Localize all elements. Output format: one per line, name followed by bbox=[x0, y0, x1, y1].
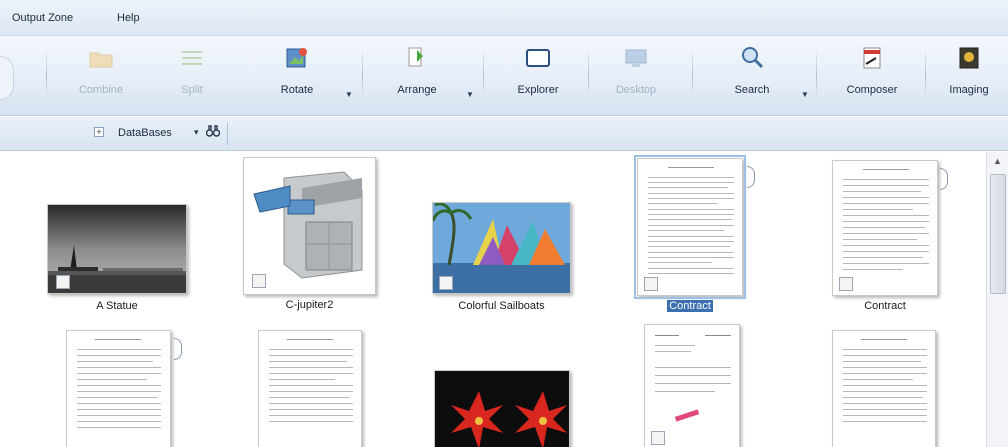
item-caption: Contract bbox=[667, 300, 713, 312]
search-button[interactable]: Search bbox=[712, 44, 792, 110]
file-type-icon bbox=[651, 431, 665, 445]
split-button[interactable]: Split bbox=[160, 44, 224, 110]
arrange-label: Arrange bbox=[397, 84, 437, 96]
composer-label: Composer bbox=[846, 84, 898, 96]
scrollbar-thumb[interactable] bbox=[990, 174, 1006, 294]
folder-icon bbox=[87, 44, 115, 72]
rotate-dropdown-icon[interactable]: ▼ bbox=[345, 90, 353, 99]
document-thumbnail bbox=[832, 330, 936, 447]
file-type-icon bbox=[839, 277, 853, 291]
arrange-dropdown-icon[interactable]: ▼ bbox=[466, 90, 474, 99]
scroll-up-icon[interactable]: ▲ bbox=[993, 156, 1002, 166]
item-caption: C-jupiter2 bbox=[285, 299, 334, 311]
desktop-label: Desktop bbox=[615, 84, 657, 96]
search-dropdown-icon[interactable]: ▼ bbox=[801, 90, 809, 99]
file-type-icon bbox=[439, 276, 453, 290]
imaging-label: Imaging bbox=[949, 84, 989, 96]
thumbnail-image bbox=[47, 204, 187, 294]
imaging-button[interactable]: Imaging bbox=[936, 44, 1002, 110]
document-lines bbox=[259, 331, 361, 447]
monitor-icon bbox=[622, 44, 650, 72]
search-label: Search bbox=[734, 84, 770, 96]
rotate-button[interactable]: Rotate bbox=[262, 44, 332, 110]
menu-help[interactable]: Help bbox=[117, 12, 140, 24]
file-type-icon bbox=[644, 277, 658, 291]
explorer-button[interactable]: Explorer bbox=[500, 44, 576, 110]
item-caption: A Statue bbox=[96, 300, 138, 312]
split-label: Split bbox=[181, 84, 203, 96]
ribbon-toolbar: Combine Split Rotate ▼ Arrange ▼ Explore… bbox=[0, 36, 1008, 116]
databases-label[interactable]: DataBases bbox=[118, 127, 172, 139]
item-caption: Contract bbox=[864, 300, 906, 312]
document-lines bbox=[67, 331, 170, 447]
arrange-icon bbox=[403, 44, 431, 72]
combine-button[interactable]: Combine bbox=[66, 44, 136, 110]
menu-output-zone[interactable]: Output Zone bbox=[12, 12, 73, 24]
databases-bar: + DataBases ▾ bbox=[0, 117, 1008, 151]
ribbon-left-cap bbox=[0, 56, 14, 100]
document-lines bbox=[833, 331, 935, 447]
databases-dropdown-icon[interactable]: ▾ bbox=[194, 127, 199, 138]
thumbnail-image bbox=[432, 202, 571, 294]
file-type-icon bbox=[252, 274, 266, 288]
document-thumbnail bbox=[634, 155, 746, 299]
rotate-icon bbox=[283, 44, 311, 72]
document-thumbnail bbox=[258, 330, 362, 447]
search-icon bbox=[738, 44, 766, 72]
binoculars-icon[interactable] bbox=[205, 125, 221, 140]
thumbnail-image bbox=[243, 157, 376, 295]
composer-button[interactable]: Composer bbox=[828, 44, 916, 110]
imaging-icon bbox=[955, 44, 983, 72]
page-curl-icon bbox=[174, 338, 182, 360]
document-thumbnail bbox=[66, 330, 171, 447]
document-lines bbox=[833, 161, 937, 295]
composer-icon bbox=[858, 44, 886, 72]
menu-bar: Output Zone Help bbox=[0, 0, 1008, 36]
window-icon bbox=[524, 44, 552, 72]
file-type-icon bbox=[56, 275, 70, 289]
split-icon bbox=[178, 44, 206, 72]
document-thumbnail bbox=[832, 160, 938, 296]
document-lines bbox=[645, 325, 739, 447]
combine-label: Combine bbox=[78, 84, 124, 96]
item-caption: Colorful Sailboats bbox=[458, 300, 545, 312]
thumbnail-grid: A Statue C-jupiter2 Colorful Sailboats C… bbox=[0, 152, 986, 447]
explorer-label: Explorer bbox=[517, 84, 559, 96]
arrange-button[interactable]: Arrange bbox=[382, 44, 452, 110]
thumbnail-image bbox=[434, 370, 570, 447]
desktop-button[interactable]: Desktop bbox=[600, 44, 672, 110]
databases-toggle[interactable]: + bbox=[94, 127, 104, 137]
vertical-scrollbar[interactable]: ▲ bbox=[986, 152, 1008, 447]
document-lines bbox=[638, 159, 742, 295]
page-curl-icon bbox=[940, 168, 948, 190]
document-thumbnail bbox=[644, 324, 740, 447]
page-curl-icon bbox=[747, 166, 755, 188]
rotate-label: Rotate bbox=[280, 84, 314, 96]
